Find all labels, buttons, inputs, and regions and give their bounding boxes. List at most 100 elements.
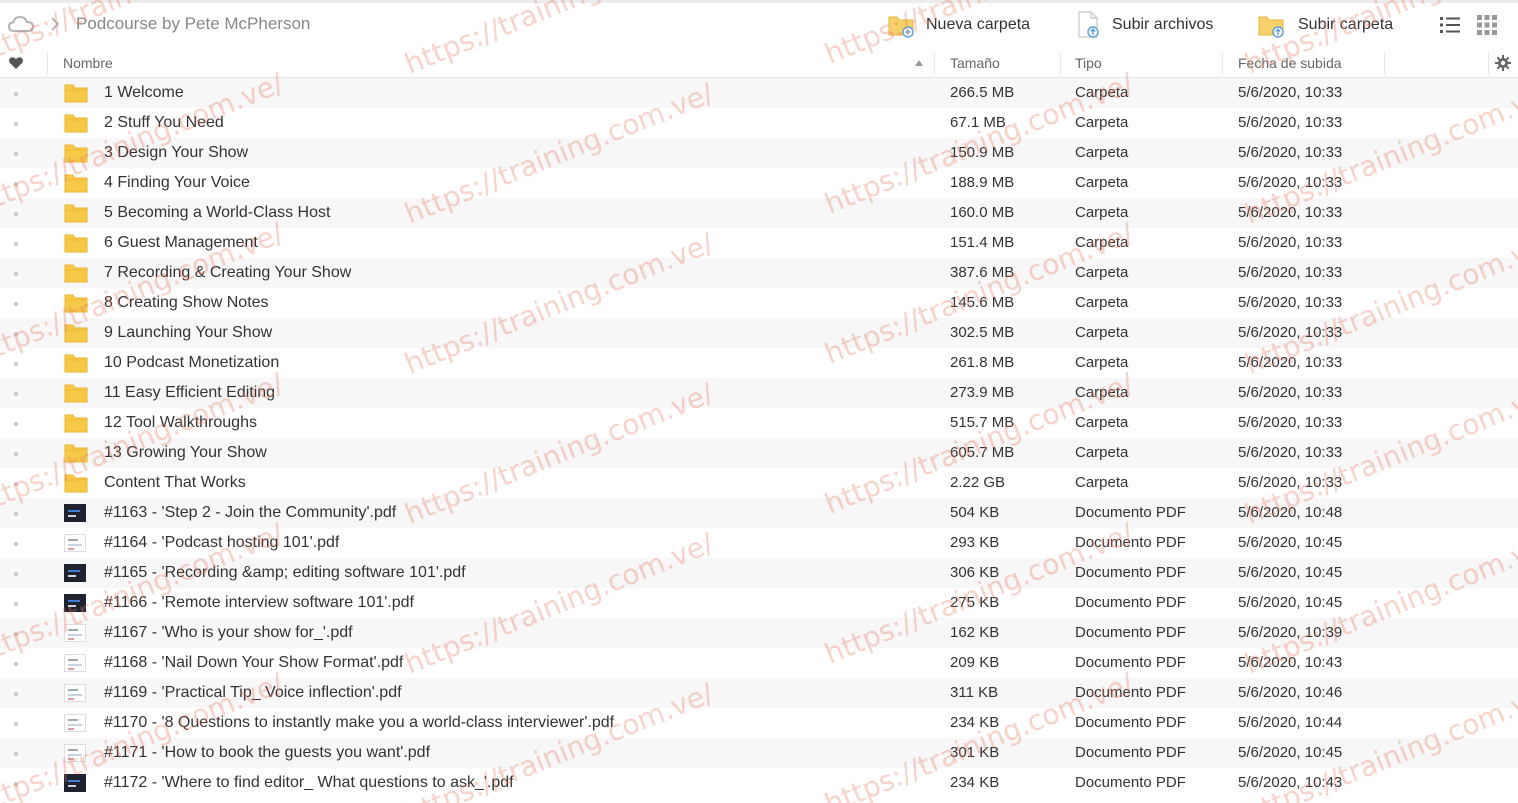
file-name[interactable]: 5 Becoming a World-Class Host <box>104 198 330 228</box>
file-row[interactable]: #1172 - 'Where to find editor_ What ques… <box>0 768 1518 798</box>
column-divider <box>1060 52 1061 74</box>
favorite-toggle[interactable] <box>14 692 18 696</box>
file-name[interactable]: #1166 - 'Remote interview software 101'.… <box>104 588 414 618</box>
file-size: 209 KB <box>950 654 1000 671</box>
file-size: 150.9 MB <box>950 144 1015 161</box>
favorite-toggle[interactable] <box>14 752 18 756</box>
upload-date: 5/6/2020, 10:33 <box>1238 204 1343 221</box>
folder-row[interactable]: 10 Podcast Monetization 261.8 MB Carpeta 5/… <box>0 348 1518 378</box>
cloud-icon[interactable] <box>8 14 34 34</box>
upload-date: 5/6/2020, 10:39 <box>1238 624 1343 641</box>
folder-row[interactable]: 6 Guest Management 151.4 MB Carpeta 5/6/202… <box>0 228 1518 258</box>
folder-row[interactable]: Content That Works 2.22 GB Carpeta 5/6/2020… <box>0 468 1518 498</box>
favorite-toggle[interactable] <box>14 662 18 666</box>
file-name[interactable]: #1165 - 'Recording &amp; editing softwar… <box>104 558 466 588</box>
file-name[interactable]: #1164 - 'Podcast hosting 101'.pdf <box>104 528 339 558</box>
file-name[interactable]: 13 Growing Your Show <box>104 438 267 468</box>
favorite-toggle[interactable] <box>14 272 18 276</box>
file-name[interactable]: 4 Finding Your Voice <box>104 168 250 198</box>
file-name[interactable]: 7 Recording & Creating Your Show <box>104 258 351 288</box>
folder-row[interactable]: 8 Creating Show Notes 145.6 MB Carpeta 5/6/… <box>0 288 1518 318</box>
file-name[interactable]: 8 Creating Show Notes <box>104 288 269 318</box>
file-name[interactable]: 3 Design Your Show <box>104 138 248 168</box>
favorite-toggle[interactable] <box>14 392 18 396</box>
folder-row[interactable]: 4 Finding Your Voice 188.9 MB Carpeta 5/6/2… <box>0 168 1518 198</box>
heart-icon[interactable] <box>8 55 24 71</box>
file-type: Carpeta <box>1075 384 1129 401</box>
favorite-toggle[interactable] <box>14 632 18 636</box>
file-name[interactable]: Content That Works <box>104 468 246 498</box>
favorite-toggle[interactable] <box>14 92 18 96</box>
folder-row[interactable]: 12 Tool Walkthroughs 515.7 MB Carpeta 5/6/2… <box>0 408 1518 438</box>
breadcrumb-current-folder[interactable]: Podcourse by Pete McPherson <box>76 14 310 34</box>
file-name[interactable]: 2 Stuff You Need <box>104 108 224 138</box>
file-name[interactable]: #1170 - '8 Questions to instantly make y… <box>104 708 614 738</box>
folder-row[interactable]: 7 Recording & Creating Your Show 387.6 MB… <box>0 258 1518 288</box>
file-name[interactable]: #1172 - 'Where to find editor_ What ques… <box>104 768 514 798</box>
column-divider <box>47 52 48 74</box>
file-name[interactable]: #1167 - 'Who is your show for_'.pdf <box>104 618 353 648</box>
column-header-date[interactable]: Fecha de subida <box>1238 48 1342 78</box>
file-name[interactable]: 12 Tool Walkthroughs <box>104 408 257 438</box>
file-name[interactable]: #1171 - 'How to book the guests you want… <box>104 738 430 768</box>
favorite-toggle[interactable] <box>14 722 18 726</box>
favorite-toggle[interactable] <box>14 152 18 156</box>
file-name[interactable]: 10 Podcast Monetization <box>104 348 279 378</box>
favorite-toggle[interactable] <box>14 302 18 306</box>
column-header-type[interactable]: Tipo <box>1075 48 1102 78</box>
favorite-toggle[interactable] <box>14 572 18 576</box>
favorite-toggle[interactable] <box>14 182 18 186</box>
file-row[interactable]: #1165 - 'Recording &amp; editing softwar… <box>0 558 1518 588</box>
folder-row[interactable]: 3 Design Your Show 150.9 MB Carpeta 5/6/202… <box>0 138 1518 168</box>
file-row[interactable]: #1168 - 'Nail Down Your Show Format'.pdf… <box>0 648 1518 678</box>
favorite-toggle[interactable] <box>14 332 18 336</box>
favorite-toggle[interactable] <box>14 482 18 486</box>
file-row[interactable]: #1164 - 'Podcast hosting 101'.pdf 293 KB D… <box>0 528 1518 558</box>
gear-icon[interactable] <box>1494 54 1512 72</box>
folder-row[interactable]: 13 Growing Your Show 605.7 MB Carpeta 5/6/2… <box>0 438 1518 468</box>
file-name[interactable]: 11 Easy Efficient Editing <box>104 378 275 408</box>
favorite-toggle[interactable] <box>14 422 18 426</box>
column-header-size[interactable]: Tamaño <box>950 48 1000 78</box>
favorite-toggle[interactable] <box>14 362 18 366</box>
favorite-toggle[interactable] <box>14 512 18 516</box>
folder-row[interactable]: 9 Launching Your Show 302.5 MB Carpeta 5/6/… <box>0 318 1518 348</box>
upload-folder-button[interactable]: Subir carpeta <box>1258 10 1393 40</box>
favorite-toggle[interactable] <box>14 452 18 456</box>
folder-row[interactable]: 11 Easy Efficient Editing 273.9 MB Carpeta… <box>0 378 1518 408</box>
file-size: 275 KB <box>950 594 1000 611</box>
favorite-toggle[interactable] <box>14 782 18 786</box>
top-toolbar: Podcourse by Pete McPherson Nueva carpet… <box>0 0 1518 48</box>
file-name[interactable]: #1168 - 'Nail Down Your Show Format'.pdf <box>104 648 403 678</box>
grid-view-icon[interactable] <box>1476 14 1498 36</box>
file-name[interactable]: #1169 - 'Practical Tip_ Voice inflection… <box>104 678 402 708</box>
upload-folder-icon <box>1258 16 1284 38</box>
favorite-toggle[interactable] <box>14 542 18 546</box>
pdf-thumbnail-icon <box>64 744 86 762</box>
favorite-toggle[interactable] <box>14 122 18 126</box>
folder-row[interactable]: 1 Welcome 266.5 MB Carpeta 5/6/2020, 10:33 <box>0 78 1518 108</box>
file-row[interactable]: #1163 - 'Step 2 - Join the Community'.pd… <box>0 498 1518 528</box>
file-name[interactable]: 6 Guest Management <box>104 228 258 258</box>
file-row[interactable]: #1166 - 'Remote interview software 101'.… <box>0 588 1518 618</box>
upload-date: 5/6/2020, 10:45 <box>1238 534 1343 551</box>
folder-row[interactable]: 5 Becoming a World-Class Host 160.0 MB Car… <box>0 198 1518 228</box>
upload-files-button[interactable]: Subir archivos <box>1076 10 1213 40</box>
file-row[interactable]: #1171 - 'How to book the guests you want… <box>0 738 1518 768</box>
favorite-toggle[interactable] <box>14 212 18 216</box>
file-name[interactable]: 9 Launching Your Show <box>104 318 272 348</box>
file-row[interactable]: #1167 - 'Who is your show for_'.pdf 162 K… <box>0 618 1518 648</box>
file-row[interactable]: #1169 - 'Practical Tip_ Voice inflection… <box>0 678 1518 708</box>
pdf-thumbnail-icon <box>64 534 86 552</box>
favorite-toggle[interactable] <box>14 242 18 246</box>
new-folder-button[interactable]: Nueva carpeta <box>888 10 1030 40</box>
folder-icon <box>64 294 88 313</box>
file-name[interactable]: #1163 - 'Step 2 - Join the Community'.pd… <box>104 498 396 528</box>
sort-ascending-icon[interactable] <box>914 58 924 68</box>
folder-row[interactable]: 2 Stuff You Need 67.1 MB Carpeta 5/6/2020, … <box>0 108 1518 138</box>
file-name[interactable]: 1 Welcome <box>104 78 184 108</box>
file-row[interactable]: #1170 - '8 Questions to instantly make y… <box>0 708 1518 738</box>
favorite-toggle[interactable] <box>14 602 18 606</box>
column-header-name[interactable]: Nombre <box>63 48 113 78</box>
list-view-icon[interactable] <box>1439 14 1461 36</box>
